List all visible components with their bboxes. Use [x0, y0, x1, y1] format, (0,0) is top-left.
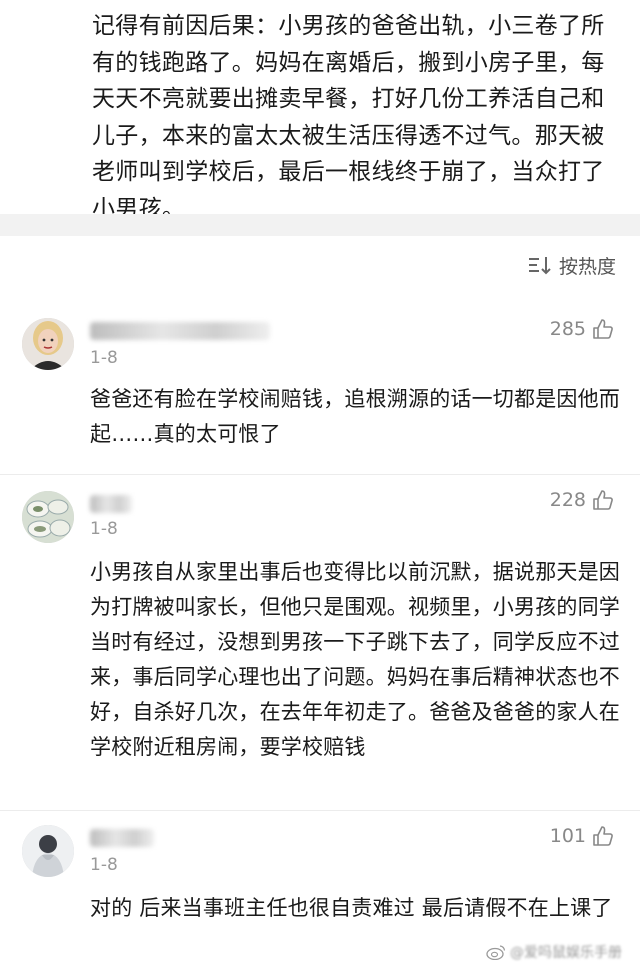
- username-blurred[interactable]: [90, 495, 132, 513]
- like-count: 228: [549, 489, 586, 511]
- avatar[interactable]: [22, 318, 74, 370]
- comment-text: 对的 后来当事班主任也很自责难过 最后请假不在上课了: [90, 896, 613, 920]
- thumbs-up-icon: [593, 490, 613, 510]
- avatar[interactable]: [22, 825, 74, 877]
- comment-date: 1-8: [90, 855, 118, 875]
- username-blurred[interactable]: [90, 829, 154, 847]
- avatar[interactable]: [22, 491, 74, 543]
- comment-item: 1-8 285 爸爸还有脸在学校闹赔钱，追根溯源的话一切都是因他而起……真的太可…: [0, 294, 640, 474]
- sort-label: 按热度: [558, 255, 616, 278]
- watermark: @爱吗鼠娱乐手册: [486, 942, 622, 962]
- post-body: 记得有前因后果：小男孩的爸爸出轨，小三卷了所有的钱跑路了。妈妈在离婚后，搬到小房…: [0, 0, 640, 222]
- avatar-bowls-icon: [22, 491, 74, 543]
- avatar-person-hoodie-icon: [22, 825, 74, 877]
- like-button[interactable]: 101: [550, 825, 614, 847]
- sort-bar: 按热度: [0, 236, 640, 294]
- post-text: 记得有前因后果：小男孩的爸爸出轨，小三卷了所有的钱跑路了。妈妈在离婚后，搬到小房…: [92, 13, 605, 222]
- like-count: 285: [549, 318, 586, 340]
- comment-date: 1-8: [90, 348, 118, 368]
- section-divider: [0, 214, 640, 236]
- weibo-icon: [486, 945, 506, 960]
- comment-date: 1-8: [90, 519, 118, 539]
- sort-by-heat-button[interactable]: 按热度: [527, 250, 616, 280]
- sort-icon: [528, 257, 551, 275]
- like-count: 101: [549, 825, 586, 847]
- thumbs-up-icon: [593, 319, 613, 339]
- comment-item: 1-8 228 小男孩自从家里出事后也变得比以前沉默，据说那天是因为打牌被叫家长…: [0, 475, 640, 810]
- like-button[interactable]: 285: [550, 318, 614, 340]
- like-button[interactable]: 228: [550, 489, 614, 511]
- comment-text: 小男孩自从家里出事后也变得比以前沉默，据说那天是因为打牌被叫家长，但他只是围观。…: [90, 560, 620, 759]
- username-blurred[interactable]: [90, 322, 270, 340]
- thumbs-up-icon: [593, 826, 613, 846]
- avatar-woman-blonde-icon: [22, 318, 74, 370]
- comment-text: 爸爸还有脸在学校闹赔钱，追根溯源的话一切都是因他而起……真的太可恨了: [90, 387, 620, 446]
- watermark-text: @爱吗鼠娱乐手册: [510, 945, 622, 961]
